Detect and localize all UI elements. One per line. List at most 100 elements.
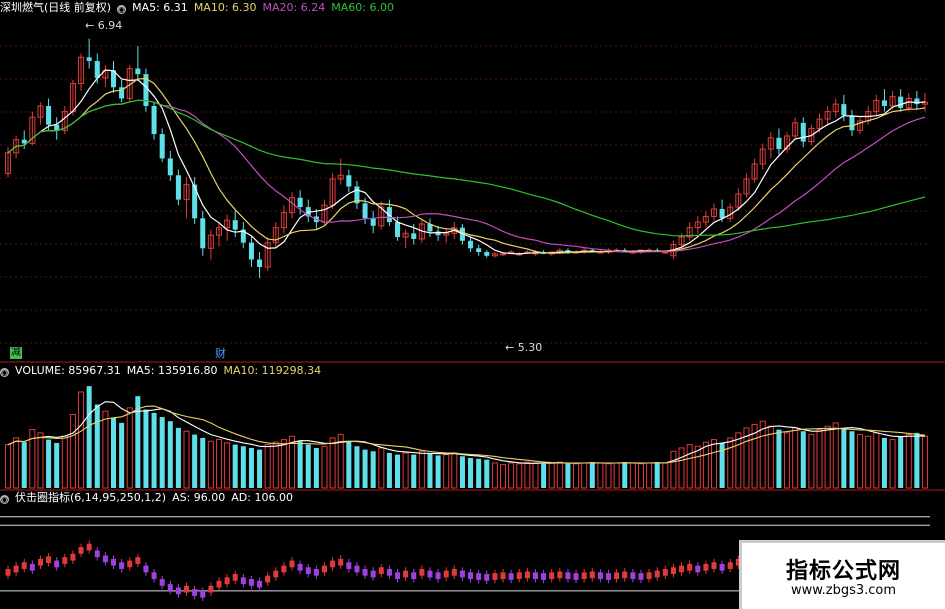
volume-panel-header: ◉ VOLUME: 85967.31 MA5: 135916.80 MA10: 119… (0, 364, 333, 378)
volume-bar-down (21, 442, 27, 488)
candle-body-down (46, 105, 52, 125)
volume-bar-up (727, 437, 734, 489)
volume-bar-down (435, 455, 441, 488)
volume-bar-down (143, 409, 149, 488)
indicator-bar (257, 580, 263, 588)
volume-bar-down (654, 462, 660, 488)
indicator-bar (46, 556, 52, 564)
indicator-bar (492, 573, 498, 580)
indicator-bar (427, 570, 433, 578)
volume-bar-down (46, 439, 52, 488)
candle-body-down (297, 197, 303, 208)
volume-bar-up (581, 462, 588, 489)
volume-bar-down (459, 456, 465, 488)
indicator-bar (589, 571, 595, 579)
indicator-bar (159, 579, 165, 586)
settings-dot-icon[interactable]: ◉ (0, 495, 9, 504)
indicator-bar (524, 571, 530, 579)
volume-bar-down (800, 431, 806, 488)
volume-bar-up (662, 462, 669, 489)
candle-body-up (500, 253, 507, 256)
volume-bar-up (759, 420, 766, 489)
settings-dot-icon[interactable]: ◉ (117, 5, 127, 14)
indicator-bar (273, 570, 279, 578)
candle-body-down (898, 96, 904, 108)
volume-bar-up (418, 450, 425, 489)
ma60-line (7, 99, 926, 237)
indicator-bar (386, 568, 392, 576)
indicator-bar (224, 577, 230, 585)
volume-bar-up (808, 434, 815, 489)
volume-bar-up (784, 432, 791, 489)
candle-body-down (395, 222, 401, 238)
indicator-bar (5, 568, 11, 576)
indicator-bar (265, 575, 271, 583)
high-price-label: ← 6.94 (85, 19, 123, 32)
candle-body-down (468, 240, 474, 249)
volume-bar-up (556, 461, 563, 489)
indicator-bar (216, 580, 222, 588)
ma20-line (7, 99, 926, 253)
candle-body-down (435, 231, 441, 236)
indicator-bar (21, 562, 27, 569)
volume-bar-down (468, 457, 474, 488)
indicator-bar (37, 558, 43, 566)
volume-bar-up (857, 434, 864, 489)
indicator-bar (378, 567, 384, 575)
indicator-bar (313, 568, 319, 576)
indicator-header-item-1: AS: 96.00 (172, 491, 226, 504)
indicator-bar (297, 563, 303, 571)
candle-body-down (192, 184, 198, 219)
indicator-bar (78, 547, 84, 554)
candle-body-down (257, 259, 263, 268)
indicator-bar (110, 558, 117, 566)
candle-body-down (94, 61, 100, 78)
indicator-bar (167, 584, 173, 591)
indicator-bar (62, 557, 68, 564)
candle-body-down (346, 175, 352, 187)
indicator-bar (687, 563, 693, 571)
indicator-bar (557, 571, 563, 579)
volume-bar-down (240, 446, 246, 488)
indicator-bar (248, 579, 254, 586)
indicator-bar (70, 553, 76, 561)
indicator-bar (338, 558, 344, 566)
indicator-bar (443, 570, 449, 578)
indicator-bar (403, 570, 409, 578)
indicator-bar (597, 572, 603, 580)
volume-bar-down (427, 453, 433, 488)
watermark-badge: 指标公式网 www.zbgs3.com (739, 540, 945, 609)
candle-body-down (175, 175, 181, 200)
volume-bar-up (13, 437, 20, 489)
volume-bar-up (629, 462, 636, 489)
volume-bar-down (386, 452, 392, 488)
volume-bar-up (402, 452, 409, 489)
indicator-bar (719, 563, 725, 571)
volume-bar-down (914, 432, 920, 488)
volume-bar-up (921, 435, 929, 489)
volume-bar-up (686, 444, 693, 489)
volume-bar-down (565, 462, 571, 488)
volume-bar-up (508, 462, 515, 489)
candle-body-down (719, 208, 725, 219)
volume-bar-up (4, 444, 12, 489)
marker-jian[interactable]: 减 (10, 347, 22, 359)
volume-bar-down (119, 422, 125, 488)
volume-bar-up (573, 463, 580, 489)
stock-chart (0, 38, 945, 601)
volume-bar-down (476, 458, 482, 488)
indicator-bar (305, 567, 311, 575)
high-price-value: 6.94 (97, 19, 123, 32)
volume-bar-up (702, 441, 709, 489)
volume-header-item-1: MA5: 135916.80 (126, 364, 218, 377)
volume-bar-up (280, 439, 287, 489)
indicator-bar (419, 568, 425, 576)
indicator-bar (362, 568, 368, 576)
marker-cai[interactable]: 财 (215, 347, 226, 360)
volume-bar-up (873, 432, 880, 489)
volume-bar-down (248, 447, 254, 488)
volume-bar-up (289, 435, 296, 489)
settings-dot-icon[interactable]: ◉ (0, 368, 9, 377)
indicator-panel-header: ◉ 伏击圈指标(6,14,95,250,1,2) AS: 96.00 AD: 106.… (0, 491, 305, 505)
candle-body-down (914, 98, 920, 105)
